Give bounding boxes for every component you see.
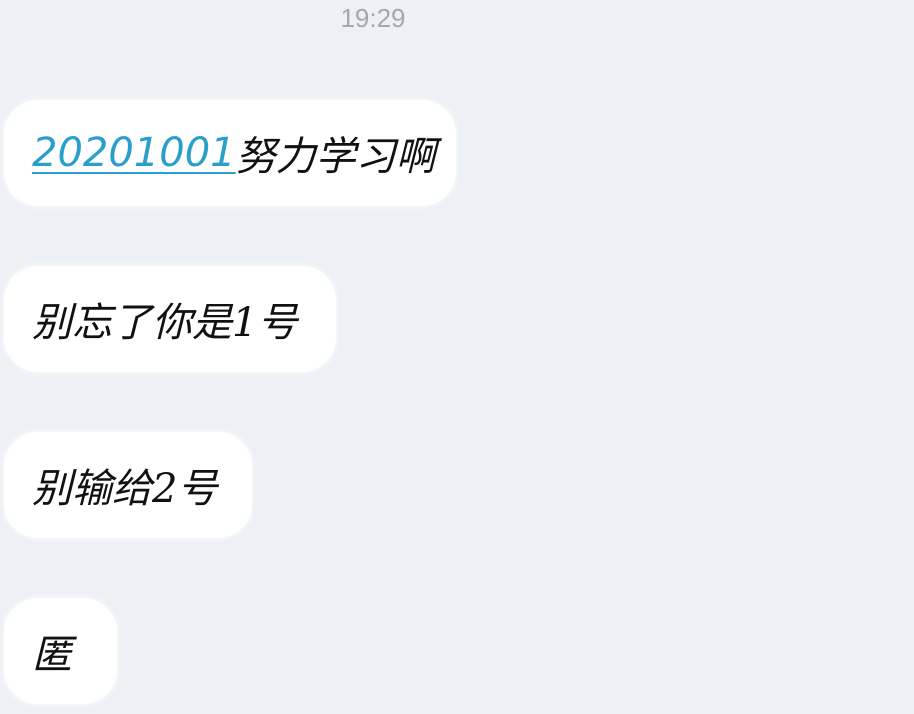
message-bubble-3[interactable]: 别输给2号 [4,432,252,538]
message-bubble-1[interactable]: 20201001 努力学习啊 [4,100,456,206]
message-text: 别输给2号 [32,466,218,512]
message-bubble-4[interactable]: 匿 [4,598,117,704]
message-text: 匿 [32,632,72,678]
message-bubble-2[interactable]: 别忘了你是1号 [4,266,336,372]
message-text: 努力学习啊 [235,134,436,180]
message-timestamp: 19:29 [340,3,406,33]
message-text: 别忘了你是1号 [32,300,298,346]
message-link-date[interactable]: 20201001 [32,130,236,176]
